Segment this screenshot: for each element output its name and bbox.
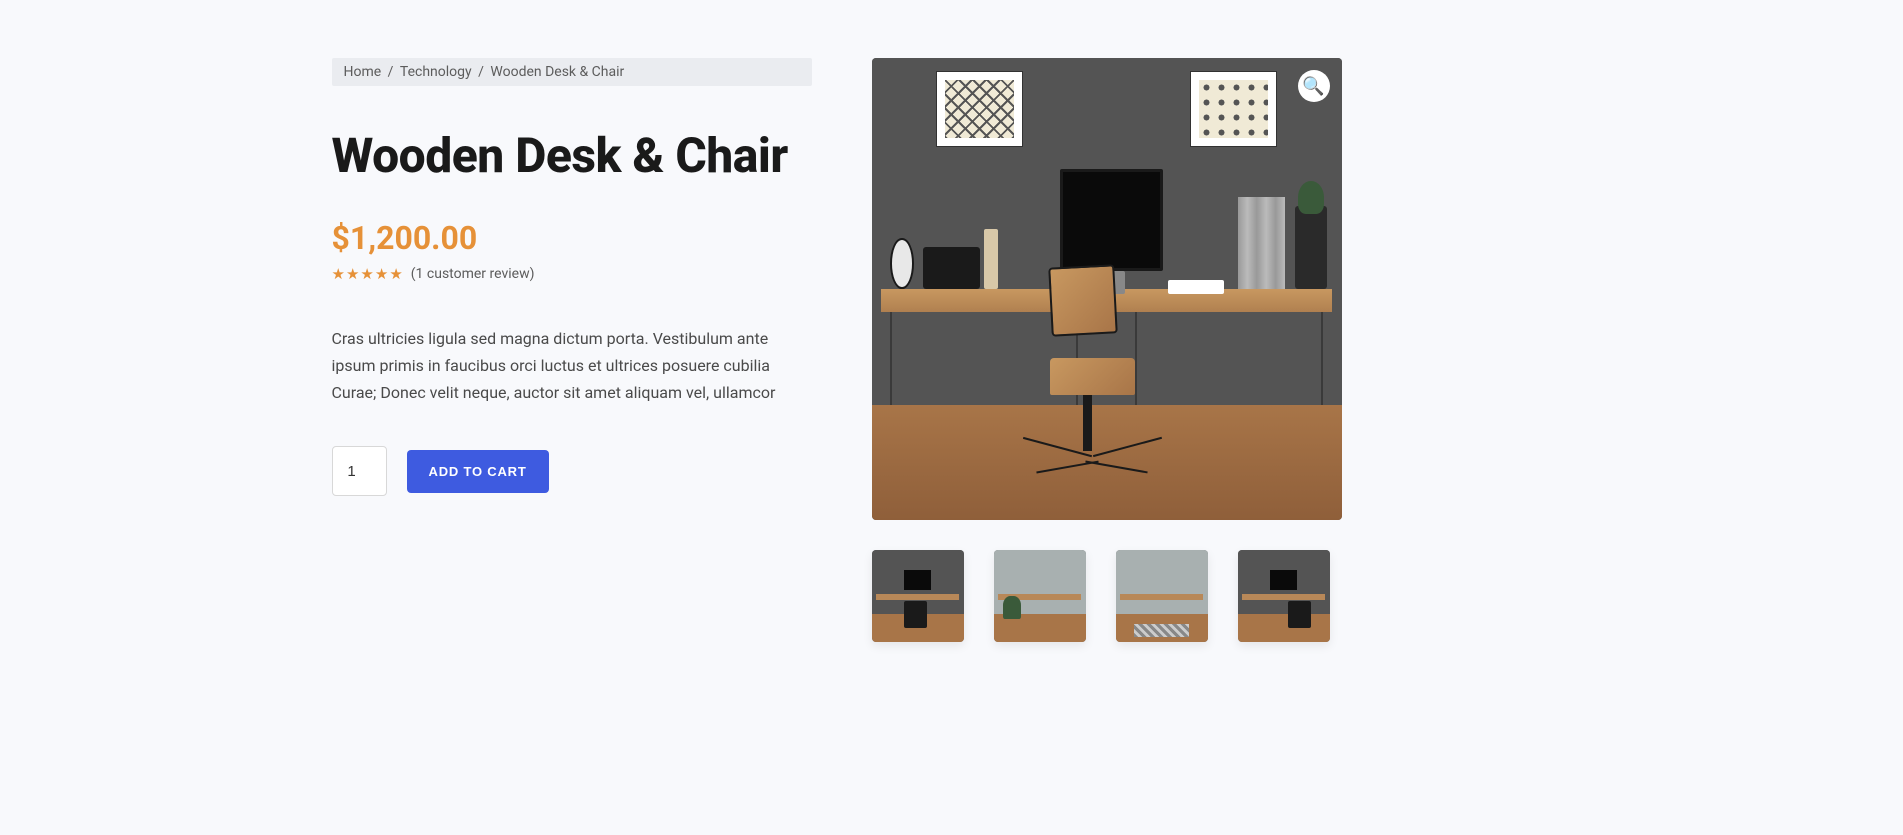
star-icon: ★ [360, 265, 373, 283]
star-icon: ★ [389, 265, 402, 283]
breadcrumb-category-link[interactable]: Technology [400, 64, 472, 80]
thumbnail-4[interactable] [1238, 550, 1330, 642]
thumbnail-1[interactable] [872, 550, 964, 642]
breadcrumb-separator: / [478, 64, 487, 80]
star-icon: ★ [375, 265, 388, 283]
add-to-cart-button[interactable]: ADD TO CART [407, 450, 549, 493]
thumbnail-3[interactable] [1116, 550, 1208, 642]
breadcrumb-current: Wooden Desk & Chair [490, 64, 624, 80]
breadcrumb: Home / Technology / Wooden Desk & Chair [332, 58, 812, 86]
product-gallery: 🔍 [872, 58, 1342, 642]
customer-review-link[interactable]: (1 customer review) [411, 266, 535, 282]
zoom-icon[interactable]: 🔍 [1298, 70, 1330, 102]
product-title: Wooden Desk & Chair [332, 121, 812, 191]
star-icon: ★ [332, 265, 345, 283]
price-value: 1,200.00 [350, 219, 477, 257]
star-icon: ★ [346, 265, 359, 283]
rating-row: ★ ★ ★ ★ ★ (1 customer review) [332, 265, 812, 283]
main-product-image[interactable]: 🔍 [872, 58, 1342, 520]
product-price: $1,200.00 [332, 219, 812, 257]
breadcrumb-home-link[interactable]: Home [344, 64, 382, 80]
breadcrumb-separator: / [388, 64, 397, 80]
star-rating: ★ ★ ★ ★ ★ [332, 265, 403, 283]
thumbnail-gallery [872, 550, 1342, 642]
product-description: Cras ultricies ligula sed magna dictum p… [332, 325, 812, 407]
currency-symbol: $ [332, 219, 350, 257]
thumbnail-2[interactable] [994, 550, 1086, 642]
quantity-input[interactable] [332, 446, 387, 496]
actions-row: ADD TO CART [332, 446, 812, 496]
